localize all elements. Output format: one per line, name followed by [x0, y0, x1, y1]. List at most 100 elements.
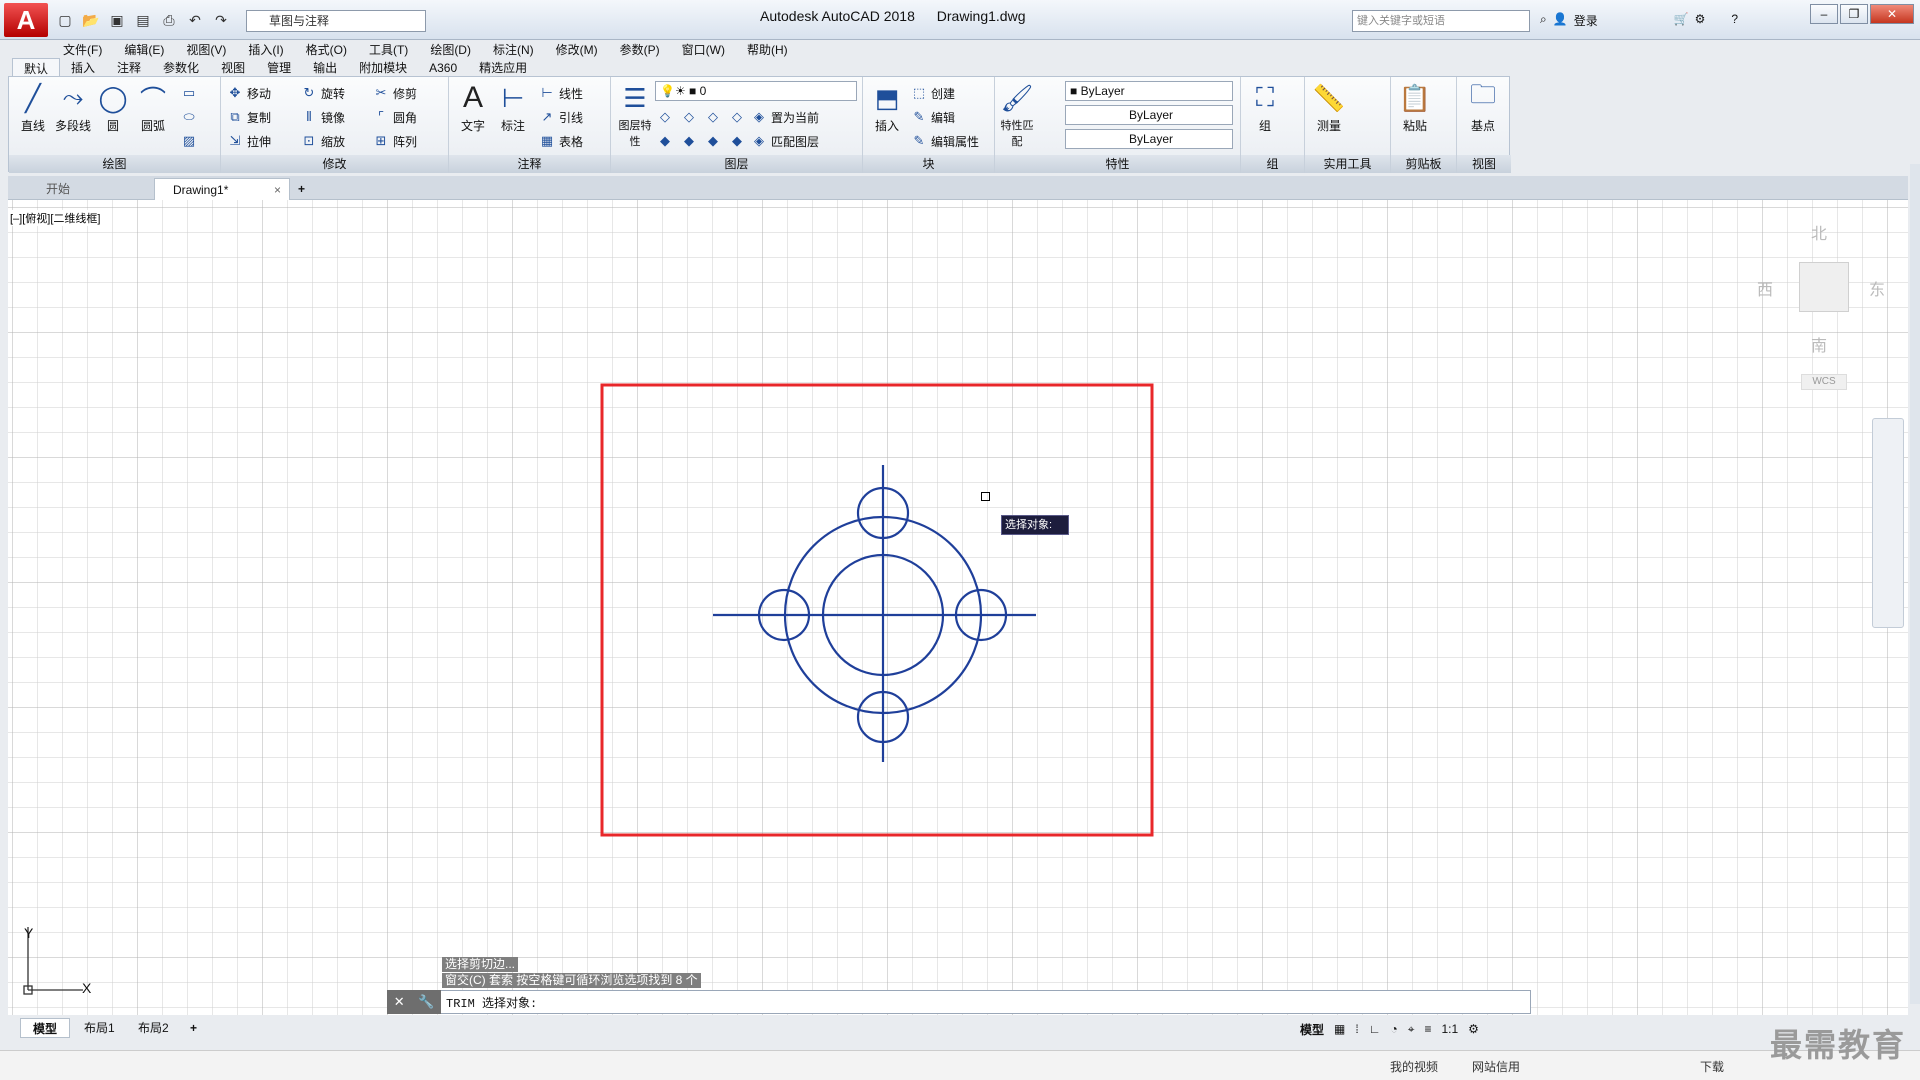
layer-dropdown[interactable]: 💡☀ ■ 0	[655, 81, 857, 101]
ribbon-tab-5[interactable]: 管理	[256, 58, 302, 78]
exchange-icon[interactable]: ⚙	[1695, 12, 1706, 29]
set-current-button[interactable]: ◈ 置为当前	[751, 107, 819, 127]
array-button[interactable]: ⊞ 阵列	[373, 131, 417, 151]
add-layout-button[interactable]: +	[178, 1018, 209, 1038]
model-space-toggle[interactable]: 模型	[1300, 1021, 1324, 1038]
viewcube-west[interactable]: 西	[1757, 276, 1773, 300]
arc-button[interactable]: ⌒ 圆弧	[133, 81, 173, 134]
fillet-button[interactable]: ⌜ 圆角	[373, 107, 417, 127]
trim-button[interactable]: ✂ 修剪	[373, 83, 417, 103]
linear-button[interactable]: ⊢ 线性	[539, 83, 583, 103]
menu-item-9[interactable]: 参数(P)	[609, 38, 671, 62]
drawing-canvas[interactable]	[8, 200, 1908, 1015]
viewcube-top-face[interactable]	[1799, 262, 1849, 312]
search-input[interactable]: 键入关键字或短语	[1352, 10, 1530, 32]
panel-draw-title[interactable]: 绘图	[9, 155, 220, 173]
minimize-button[interactable]: –	[1810, 4, 1838, 24]
lineweight-icon[interactable]: ≡	[1424, 1022, 1431, 1036]
group-button[interactable]: ⛶ 组	[1245, 81, 1285, 134]
print-icon[interactable]: ⎙	[160, 11, 178, 29]
panel-clipboard-title[interactable]: 剪贴板	[1391, 155, 1456, 173]
create-block-button[interactable]: ⬚ 创建	[911, 83, 955, 103]
layer-freeze-icon[interactable]: ◇	[705, 109, 721, 125]
leader-button[interactable]: ↗ 引线	[539, 107, 583, 127]
open-file-icon[interactable]: 📂	[82, 11, 100, 29]
tab-start[interactable]: 开始	[28, 178, 88, 200]
my-video-link[interactable]: 我的视频	[1390, 1058, 1438, 1075]
stretch-button[interactable]: ⇲ 拉伸	[227, 131, 271, 151]
download-link[interactable]: 下载	[1700, 1058, 1724, 1075]
ribbon-tab-3[interactable]: 参数化	[152, 58, 210, 78]
menu-item-8[interactable]: 修改(M)	[545, 38, 609, 62]
viewcube-east[interactable]: 东	[1869, 276, 1885, 300]
workspace-selector[interactable]: 草图与注释	[246, 10, 426, 32]
edit-attribute-button[interactable]: ✎ 编辑属性	[911, 131, 979, 151]
close-tab-icon[interactable]: ×	[274, 179, 281, 201]
panel-annotation-title[interactable]: 注释	[449, 155, 610, 173]
panel-modify-title[interactable]: 修改	[221, 155, 448, 173]
color-dropdown[interactable]: ■ ByLayer	[1065, 81, 1233, 101]
new-file-icon[interactable]: ▢	[56, 11, 74, 29]
annotation-scale[interactable]: 1:1	[1441, 1022, 1458, 1036]
hatch-button[interactable]: ▨	[181, 131, 197, 151]
tab-layout2[interactable]: 布局2	[126, 1018, 181, 1038]
viewport-controls-label[interactable]: [–][俯视][二维线框]	[10, 210, 101, 226]
close-command-icon[interactable]: ✕	[394, 994, 405, 1010]
match-layer-button[interactable]: ◈ 匹配图层	[751, 131, 819, 151]
rectangle-button[interactable]: ▭	[181, 83, 197, 103]
layer-lock-icon[interactable]: ◇	[729, 109, 745, 125]
restore-button[interactable]: ❐	[1840, 4, 1868, 24]
save-as-icon[interactable]: ▤	[134, 11, 152, 29]
ortho-icon[interactable]: ∟	[1369, 1022, 1381, 1036]
snap-icon[interactable]: ⁞	[1355, 1022, 1358, 1036]
layer-unlock-icon[interactable]: ◆	[729, 133, 745, 149]
ribbon-tab-7[interactable]: 附加模块	[348, 58, 418, 78]
save-icon[interactable]: ▣	[108, 11, 126, 29]
circle-button[interactable]: ◯ 圆	[93, 81, 133, 134]
layer-on-icon[interactable]: ◆	[657, 133, 673, 149]
copy-button[interactable]: ⧉ 复制	[227, 107, 271, 127]
ribbon-tab-4[interactable]: 视图	[210, 58, 256, 78]
customize-command-icon[interactable]: 🔧	[418, 994, 434, 1010]
tab-model[interactable]: 模型	[20, 1018, 71, 1038]
lineweight-dropdown[interactable]: ByLayer	[1065, 129, 1233, 149]
panel-layers-title[interactable]: 图层	[611, 155, 862, 173]
scale-button[interactable]: ⊡ 缩放	[301, 131, 345, 151]
panel-view-title[interactable]: 视图	[1457, 155, 1511, 173]
cart-icon[interactable]: 🛒	[1674, 12, 1689, 29]
viewcube[interactable]: 北 西 东 南 WCS	[1745, 210, 1915, 400]
base-view-button[interactable]: 🗀 基点	[1463, 79, 1503, 134]
application-menu-button[interactable]: A	[4, 3, 48, 37]
polar-icon[interactable]: ◔	[1390, 1022, 1397, 1036]
layer-off-icon[interactable]: ◇	[657, 109, 673, 125]
mirror-button[interactable]: ⫴ 镜像	[301, 107, 345, 127]
grid-icon[interactable]: ▦	[1334, 1022, 1345, 1036]
undo-icon[interactable]: ↶	[186, 11, 204, 29]
dimension-button[interactable]: ⊢ 标注	[493, 81, 533, 134]
panel-utilities-title[interactable]: 实用工具	[1305, 155, 1390, 173]
layer-properties-button[interactable]: ☰ 图层特性	[615, 81, 655, 149]
edit-block-button[interactable]: ✎ 编辑	[911, 107, 955, 127]
text-button[interactable]: A 文字	[453, 81, 493, 134]
command-line-input[interactable]	[387, 990, 1531, 1014]
ribbon-tab-0[interactable]: 默认	[12, 58, 61, 78]
binoculars-icon[interactable]: ⌕	[1540, 12, 1547, 29]
insert-block-button[interactable]: ⬒ 插入	[867, 81, 907, 134]
close-button[interactable]: ✕	[1870, 4, 1914, 24]
linetype-dropdown[interactable]: ByLayer	[1065, 105, 1233, 125]
paste-button[interactable]: 📋 粘贴	[1395, 81, 1435, 134]
viewcube-north[interactable]: 北	[1811, 220, 1827, 244]
ribbon-tab-2[interactable]: 注释	[106, 58, 152, 78]
table-button[interactable]: ▦ 表格	[539, 131, 583, 151]
wcs-menu[interactable]: WCS	[1801, 374, 1847, 390]
panel-properties-title[interactable]: 特性	[995, 155, 1240, 173]
new-tab-button[interactable]: +	[292, 178, 311, 200]
polyline-button[interactable]: ⤳ 多段线	[53, 81, 93, 134]
tab-drawing1[interactable]: Drawing1* ×	[154, 178, 290, 200]
menu-item-11[interactable]: 帮助(H)	[736, 38, 799, 62]
layer-isolate-icon[interactable]: ◇	[681, 109, 697, 125]
ribbon-tab-6[interactable]: 输出	[302, 58, 348, 78]
vertical-scrollbar[interactable]	[1910, 164, 1920, 1004]
net-credit-link[interactable]: 网站信用	[1472, 1058, 1520, 1075]
viewcube-south[interactable]: 南	[1811, 332, 1827, 356]
